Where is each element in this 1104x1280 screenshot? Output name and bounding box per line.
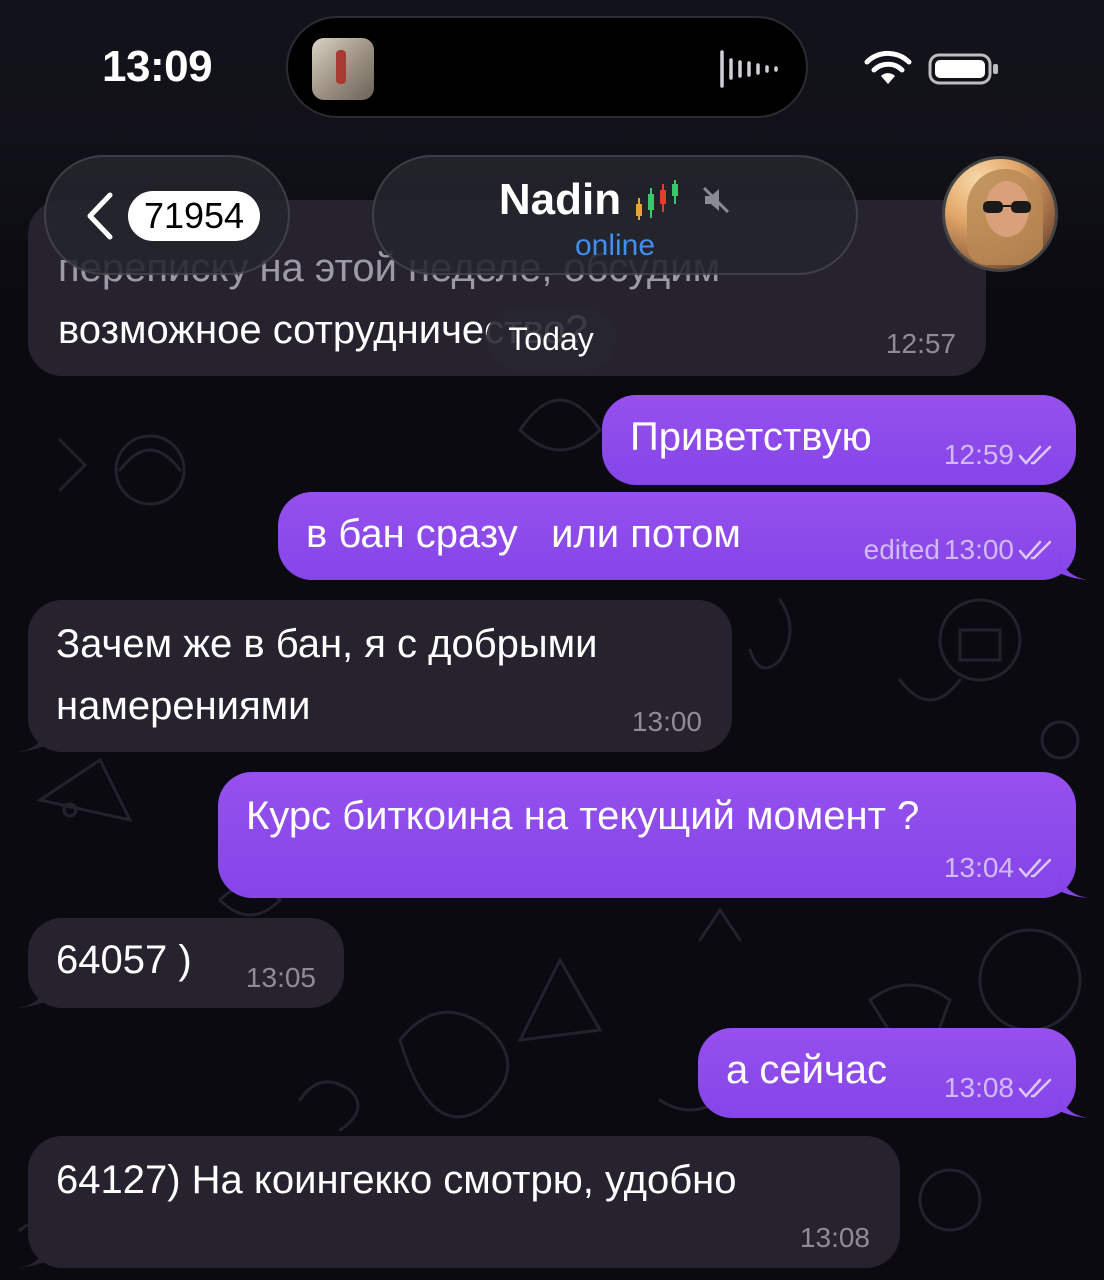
- back-button[interactable]: 71954: [44, 155, 290, 275]
- message-meta: 13:08: [800, 1222, 870, 1254]
- message-text: Курс биткоина на текущий момент ?: [246, 794, 920, 838]
- wifi-icon: [864, 50, 912, 84]
- double-check-icon: [1018, 858, 1052, 878]
- message-meta: 12:57: [886, 328, 956, 360]
- message-time: 12:57: [885, 328, 956, 359]
- dynamic-island[interactable]: [286, 16, 808, 118]
- message-time: 13:00: [943, 534, 1014, 565]
- bubble-tail: [1058, 868, 1088, 898]
- bubble-tail: [18, 1238, 48, 1268]
- mute-icon: [703, 186, 730, 214]
- now-playing-thumbnail: [312, 38, 374, 100]
- message-meta: 13:08: [944, 1072, 1056, 1104]
- message-meta: 12:59: [944, 439, 1056, 471]
- message-text: в бан сразу или потом: [306, 512, 741, 556]
- message-time: 13:08: [799, 1222, 870, 1253]
- contact-status: online: [574, 229, 656, 262]
- candlestick-chart-icon: [636, 180, 679, 220]
- message-meta: 13:04: [944, 852, 1056, 884]
- date-separator: Today: [486, 308, 616, 370]
- message-outgoing[interactable]: Курс биткоина на текущий момент ? 13:04: [218, 772, 1088, 898]
- contact-name: Nadin: [498, 175, 622, 224]
- status-time: 13:09: [102, 42, 213, 91]
- message-outgoing[interactable]: в бан сразу или потом edited 13:00: [278, 492, 1088, 580]
- message-time: 13:00: [631, 706, 702, 737]
- bubble-tail: [18, 722, 48, 752]
- double-check-icon: [1018, 1078, 1052, 1098]
- message-incoming[interactable]: 64127) На коингекко смотрю, удобно 13:08: [18, 1136, 900, 1268]
- chat-title-button[interactable]: Nadin online: [372, 155, 858, 275]
- message-text-line: намерениями: [56, 684, 311, 728]
- audio-wave-icon: [720, 50, 778, 88]
- message-time: 13:04: [943, 852, 1014, 883]
- battery-icon: [928, 53, 998, 85]
- double-check-icon: [1018, 445, 1052, 465]
- bubble-tail: [1058, 1088, 1088, 1118]
- message-time: 13:05: [245, 962, 316, 993]
- message-time: 13:08: [943, 1072, 1014, 1103]
- message-text: а сейчас: [726, 1048, 888, 1092]
- message-meta: 13:05: [246, 962, 316, 994]
- message-outgoing[interactable]: Приветствую 12:59: [602, 395, 1076, 485]
- message-text: Приветствую: [630, 415, 872, 459]
- message-meta: 13:00: [632, 706, 702, 738]
- message-text-line: Зачем же в бан, я с добрыми: [56, 622, 598, 666]
- unread-count-badge: 71954: [128, 191, 260, 241]
- bubble-tail: [18, 978, 48, 1008]
- message-text: 64057 ): [56, 938, 192, 982]
- message-text: 64127) На коингекко смотрю, удобно: [56, 1158, 737, 1202]
- bubble-tail: [1058, 550, 1088, 580]
- message-incoming[interactable]: Зачем же в бан, я с добрыми намерениями …: [18, 600, 732, 752]
- message-outgoing[interactable]: а сейчас 13:08: [698, 1028, 1088, 1118]
- message-incoming[interactable]: 64057 ) 13:05: [18, 918, 344, 1008]
- edited-label: edited: [863, 534, 940, 565]
- message-meta: edited 13:00: [864, 534, 1056, 566]
- avatar[interactable]: [942, 156, 1058, 272]
- contact-name-row: Nadin: [374, 175, 856, 225]
- back-chevron-icon: [87, 192, 113, 240]
- double-check-icon: [1018, 540, 1052, 560]
- message-time: 12:59: [943, 439, 1014, 470]
